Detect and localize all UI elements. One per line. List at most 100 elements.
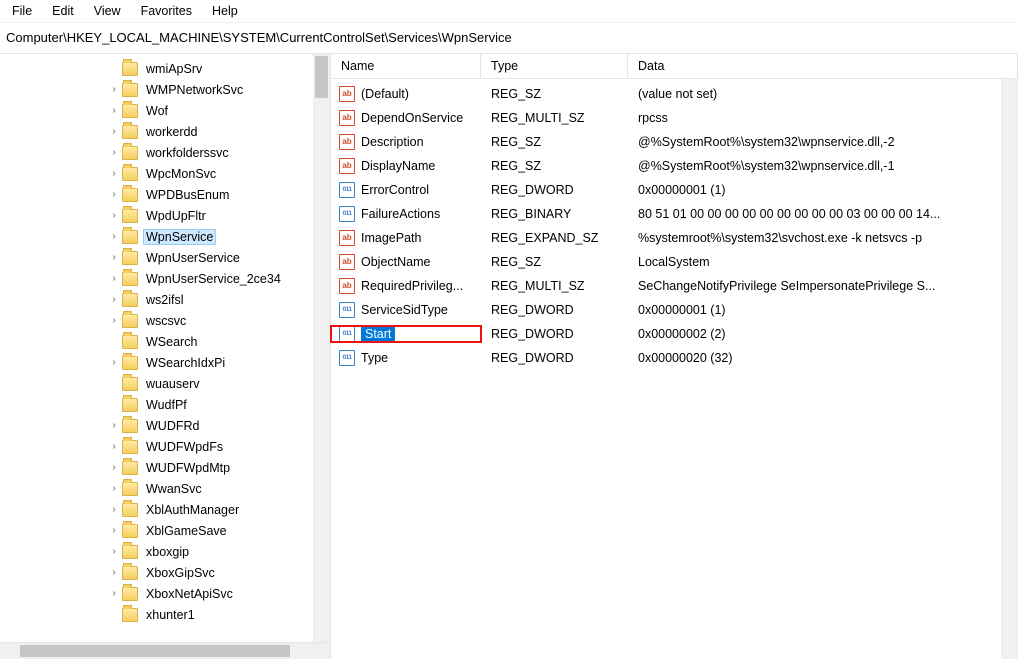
expand-icon[interactable]: › [108, 253, 120, 263]
expand-icon[interactable]: › [108, 421, 120, 431]
value-name-cell: abObjectName [331, 254, 481, 270]
expand-icon[interactable]: › [108, 358, 120, 368]
expand-icon[interactable]: › [108, 547, 120, 557]
folder-icon [122, 503, 138, 517]
header-data[interactable]: Data [628, 54, 1018, 78]
expand-icon[interactable]: › [108, 526, 120, 536]
tree-item[interactable]: ›WUDFWpdMtp [0, 457, 330, 478]
expand-icon[interactable]: › [108, 148, 120, 158]
address-bar[interactable]: Computer\HKEY_LOCAL_MACHINE\SYSTEM\Curre… [0, 23, 1018, 54]
tree-item[interactable]: ›WwanSvc [0, 478, 330, 499]
tree-item[interactable]: ›WudfPf [0, 394, 330, 415]
registry-value-row[interactable]: abDescriptionREG_SZ@%SystemRoot%\system3… [331, 130, 1018, 154]
folder-icon [122, 272, 138, 286]
registry-value-row[interactable]: 011StartREG_DWORD0x00000002 (2) [331, 322, 1018, 346]
tree-item[interactable]: ›Wof [0, 100, 330, 121]
header-name[interactable]: Name [331, 54, 481, 78]
tree-item[interactable]: › WPDBusEnum [0, 184, 330, 205]
tree-item[interactable]: ›workfolderssvc [0, 142, 330, 163]
expand-icon[interactable]: › [108, 85, 120, 95]
tree-item[interactable]: ›XblAuthManager [0, 499, 330, 520]
expand-icon[interactable]: › [108, 505, 120, 515]
value-name-cell: 011Start [331, 326, 481, 342]
tree-item[interactable]: › WpdUpFltr [0, 205, 330, 226]
tree-panel: ›wmiApSrv › WMPNetworkSvc ›Wof›workerdd›wor… [0, 54, 331, 659]
menu-help[interactable]: Help [204, 2, 246, 20]
expand-icon[interactable]: › [108, 169, 120, 179]
expand-icon[interactable]: › [108, 316, 120, 326]
registry-value-row[interactable]: 011ServiceSidTypeREG_DWORD0x00000001 (1) [331, 298, 1018, 322]
expand-icon[interactable]: › [108, 106, 120, 116]
tree-item[interactable]: ›WUDFRd [0, 415, 330, 436]
registry-value-row[interactable]: abDisplayNameREG_SZ@%SystemRoot%\system3… [331, 154, 1018, 178]
folder-icon [122, 398, 138, 412]
tree-item[interactable]: › ws2ifsl [0, 289, 330, 310]
registry-value-row[interactable]: abImagePathREG_EXPAND_SZ%systemroot%\sys… [331, 226, 1018, 250]
registry-value-row[interactable]: 011TypeREG_DWORD0x00000020 (32) [331, 346, 1018, 370]
menu-edit[interactable]: Edit [44, 2, 82, 20]
value-type: REG_SZ [481, 87, 628, 101]
tree-item-label: WMPNetworkSvc [143, 82, 246, 98]
tree-vertical-scrollbar[interactable] [313, 54, 330, 642]
tree-item[interactable]: › XboxGipSvc [0, 562, 330, 583]
tree-item-label: WSearchIdxPi [143, 355, 228, 371]
registry-value-row[interactable]: 011ErrorControlREG_DWORD0x00000001 (1) [331, 178, 1018, 202]
expand-icon[interactable]: › [108, 190, 120, 200]
folder-icon [122, 419, 138, 433]
tree-item[interactable]: ›WpnUserService_2ce34 [0, 268, 330, 289]
tree-item[interactable]: ›WpnUserService [0, 247, 330, 268]
tree-item[interactable]: ›XblGameSave [0, 520, 330, 541]
list-vertical-scrollbar[interactable] [1001, 79, 1018, 659]
registry-value-row[interactable]: abRequiredPrivileg...REG_MULTI_SZSeChang… [331, 274, 1018, 298]
value-type: REG_BINARY [481, 207, 628, 221]
tree-item[interactable]: › WUDFWpdFs [0, 436, 330, 457]
tree-item[interactable]: ›wuauserv [0, 373, 330, 394]
registry-value-row[interactable]: ab(Default)REG_SZ(value not set) [331, 82, 1018, 106]
tree-item[interactable]: ›WpcMonSvc [0, 163, 330, 184]
tree-item-label: WSearch [143, 334, 200, 350]
menu-view[interactable]: View [86, 2, 129, 20]
expand-icon[interactable]: › [108, 589, 120, 599]
tree-item-label: XboxGipSvc [143, 565, 218, 581]
value-name-cell: abRequiredPrivileg... [331, 278, 481, 294]
tree-scroll-thumb[interactable] [315, 56, 328, 98]
tree-item[interactable]: ›xhunter1 [0, 604, 330, 625]
expand-icon[interactable]: › [108, 463, 120, 473]
tree-item[interactable]: ›wmiApSrv [0, 58, 330, 79]
expand-icon[interactable]: › [108, 211, 120, 221]
expand-icon[interactable]: › [108, 127, 120, 137]
folder-icon [122, 62, 138, 76]
string-value-icon: ab [339, 278, 355, 294]
registry-value-row[interactable]: abDependOnServiceREG_MULTI_SZrpcss [331, 106, 1018, 130]
tree-hscroll-thumb[interactable] [20, 645, 290, 657]
expand-icon[interactable]: › [108, 484, 120, 494]
tree-item[interactable]: ›workerdd [0, 121, 330, 142]
registry-value-row[interactable]: 011FailureActionsREG_BINARY80 51 01 00 0… [331, 202, 1018, 226]
value-name: (Default) [361, 87, 409, 101]
header-type[interactable]: Type [481, 54, 628, 78]
tree-item[interactable]: ›WpnService [0, 226, 330, 247]
registry-value-row[interactable]: abObjectNameREG_SZLocalSystem [331, 250, 1018, 274]
tree-item[interactable]: ›wscsvc [0, 310, 330, 331]
tree-item-label: WpdUpFltr [143, 208, 209, 224]
tree-item[interactable]: ›WSearch [0, 331, 330, 352]
value-name-cell: abImagePath [331, 230, 481, 246]
menu-favorites[interactable]: Favorites [133, 2, 200, 20]
tree-item[interactable]: › WMPNetworkSvc [0, 79, 330, 100]
tree-item[interactable]: › WSearchIdxPi [0, 352, 330, 373]
value-type: REG_SZ [481, 159, 628, 173]
expand-icon[interactable]: › [108, 232, 120, 242]
expand-icon[interactable]: › [108, 295, 120, 305]
expand-icon[interactable]: › [108, 442, 120, 452]
tree-horizontal-scrollbar[interactable] [0, 642, 330, 659]
folder-icon [122, 314, 138, 328]
tree-item[interactable]: ›xboxgip [0, 541, 330, 562]
expand-icon[interactable]: › [108, 568, 120, 578]
tree-item-label: WUDFWpdFs [143, 439, 226, 455]
tree-item-label: ws2ifsl [143, 292, 187, 308]
menu-file[interactable]: File [4, 2, 40, 20]
tree-item[interactable]: ›XboxNetApiSvc [0, 583, 330, 604]
binary-value-icon: 011 [339, 350, 355, 366]
expand-icon[interactable]: › [108, 274, 120, 284]
tree-item-label: WPDBusEnum [143, 187, 232, 203]
